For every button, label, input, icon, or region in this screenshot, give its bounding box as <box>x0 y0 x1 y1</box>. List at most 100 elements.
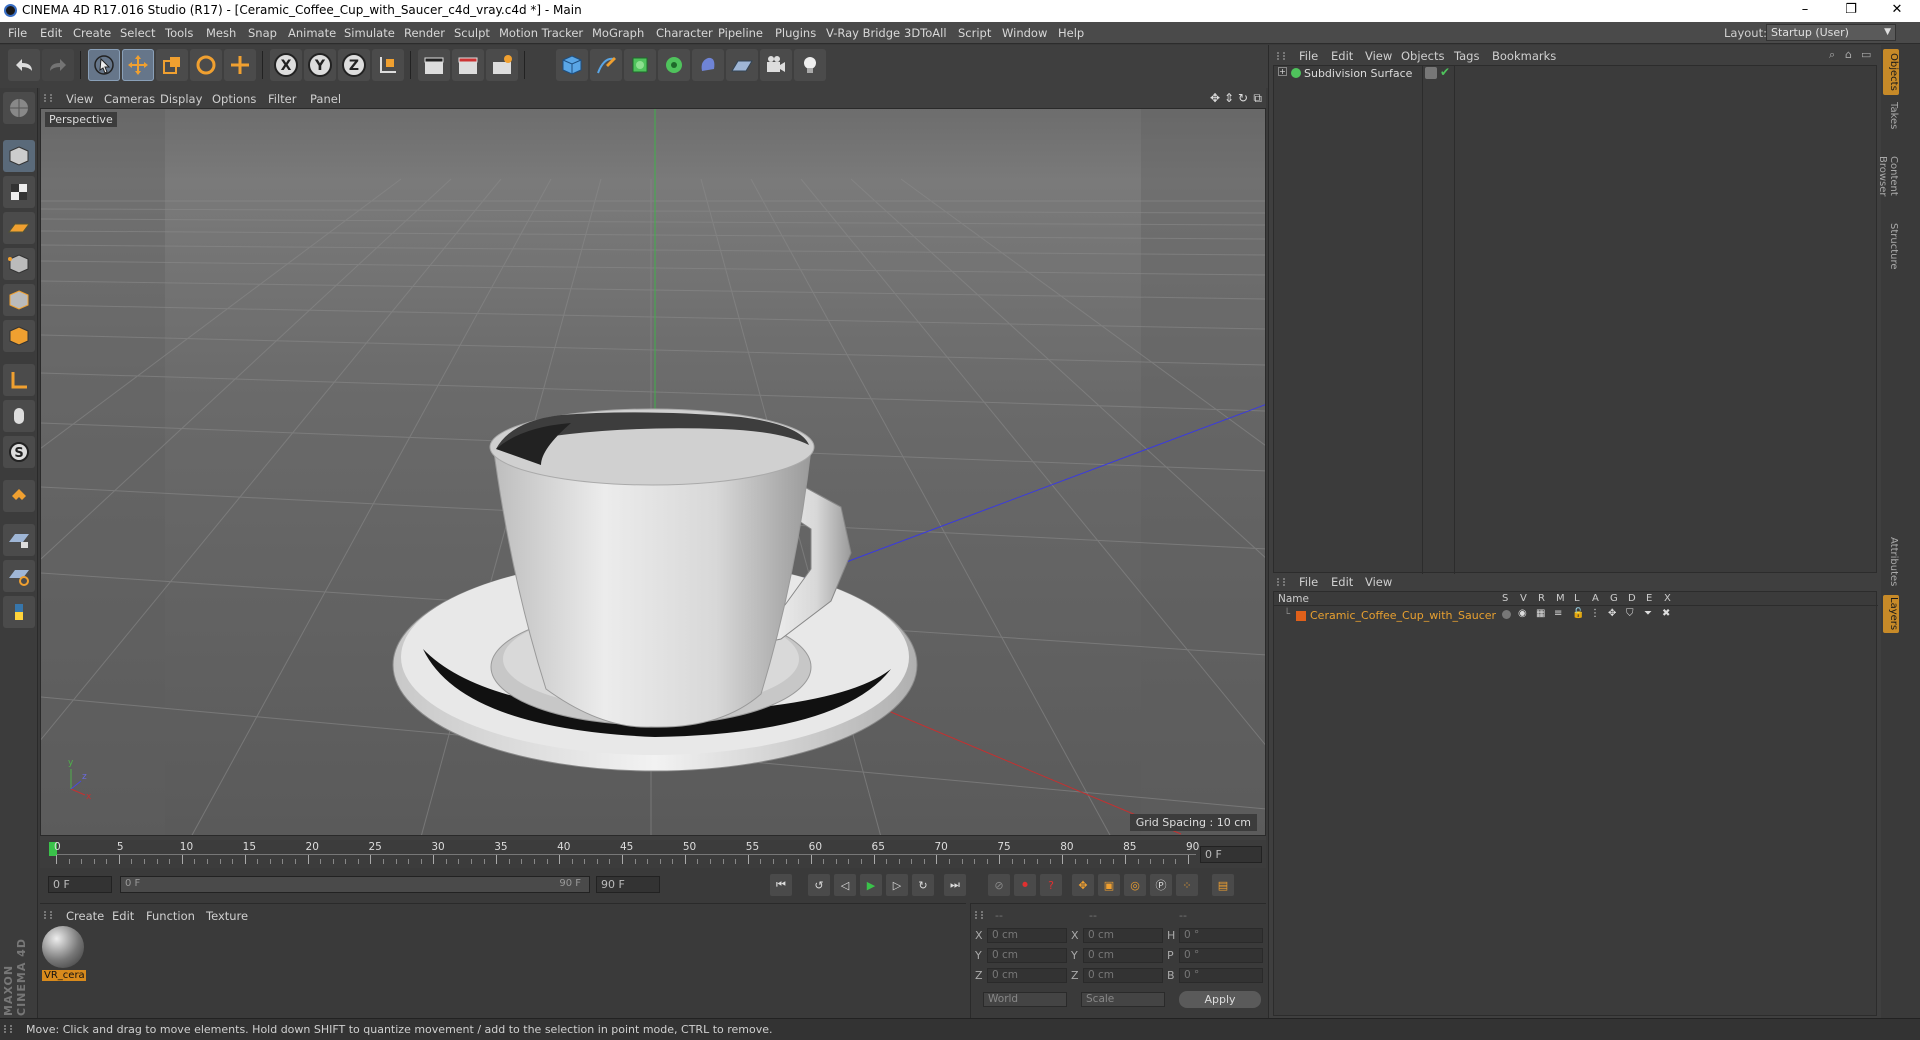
layer-row[interactable]: └ Ceramic_Coffee_Cup_with_Saucer ◉ ▦ ≡ 🔓… <box>1274 608 1878 624</box>
layer-deformers-icon[interactable]: ⛉ <box>1626 608 1634 619</box>
next-key-button[interactable]: ↻ <box>912 874 934 896</box>
coord-rot-b-field[interactable]: 0 ° <box>1179 968 1263 983</box>
menu-pipeline[interactable]: Pipeline <box>718 26 763 40</box>
menu-animate[interactable]: Animate <box>288 26 336 40</box>
close-button[interactable]: ✕ <box>1874 0 1920 22</box>
current-frame-field[interactable]: 0 F <box>1200 846 1262 863</box>
coord-space-dropdown[interactable]: World <box>983 992 1067 1007</box>
end-frame-field[interactable]: 90 F <box>596 876 660 893</box>
objects-menu-view[interactable]: View <box>1365 49 1392 63</box>
coord-size-z-field[interactable]: 0 cm <box>1083 968 1163 983</box>
restore-button[interactable]: ❐ <box>1828 0 1874 22</box>
layer-col-deformers[interactable]: D <box>1628 593 1636 604</box>
minimize-button[interactable]: – <box>1782 0 1828 22</box>
material-menu-texture[interactable]: Texture <box>206 909 248 923</box>
layer-animation-icon[interactable]: ⋮ <box>1590 608 1600 619</box>
expand-toggle-icon[interactable]: + <box>1278 67 1287 76</box>
layer-col-manager[interactable]: M <box>1556 593 1565 604</box>
coord-size-x-field[interactable]: 0 cm <box>1083 928 1163 943</box>
viewport-menu-panel[interactable]: Panel <box>310 92 341 106</box>
coordinate-system-button[interactable] <box>372 49 404 81</box>
side-tab-content-browser[interactable]: Content Browser <box>1877 137 1899 215</box>
side-tab-layers[interactable]: Layers <box>1883 595 1899 633</box>
layer-col-view[interactable]: V <box>1520 593 1527 604</box>
go-to-start-button[interactable]: ⏮ <box>770 874 792 896</box>
coord-rot-p-field[interactable]: 0 ° <box>1179 948 1263 963</box>
menu-mesh[interactable]: Mesh <box>206 26 236 40</box>
autokey-button[interactable]: ? <box>1040 874 1062 896</box>
side-tab-structure[interactable]: Structure <box>1883 221 1899 271</box>
material-menu-edit[interactable]: Edit <box>112 909 134 923</box>
go-to-end-button[interactable]: ⏭ <box>944 874 966 896</box>
object-name[interactable]: Subdivision Surface <box>1304 67 1412 80</box>
3d-viewport[interactable]: y x z Perspective Grid Spacing : 10 cm <box>40 108 1266 836</box>
home-icon[interactable]: ⌂ <box>1845 48 1852 61</box>
side-tab-takes[interactable]: Takes <box>1883 101 1899 131</box>
layers-menu-edit[interactable]: Edit <box>1331 575 1353 589</box>
layer-col-render[interactable]: R <box>1538 593 1545 604</box>
objects-menu-bookmarks[interactable]: Bookmarks <box>1492 49 1556 63</box>
workplane-button[interactable] <box>3 212 35 244</box>
coord-rot-h-field[interactable]: 0 ° <box>1179 928 1263 943</box>
coord-mode-dropdown[interactable]: Scale <box>1081 992 1165 1007</box>
floor-button[interactable] <box>726 49 758 81</box>
layer-expressions-icon[interactable]: ⏷ <box>1644 608 1652 619</box>
menu-edit[interactable]: Edit <box>40 26 62 40</box>
menu-simulate[interactable]: Simulate <box>344 26 395 40</box>
layer-col-animation[interactable]: A <box>1592 593 1599 604</box>
layer-view-eye-icon[interactable]: ◉ <box>1518 608 1527 619</box>
layer-name[interactable]: Ceramic_Coffee_Cup_with_Saucer <box>1310 609 1496 622</box>
rotate-tool-button[interactable] <box>190 49 222 81</box>
menu-3dtoall[interactable]: 3DToAll <box>904 26 947 40</box>
deformer-button[interactable] <box>692 49 724 81</box>
layer-lock-icon[interactable]: 🔓 <box>1572 608 1584 619</box>
redo-button[interactable] <box>42 49 74 81</box>
viewport-menu-cameras[interactable]: Cameras <box>104 92 155 106</box>
points-mode-button[interactable] <box>3 248 35 280</box>
maximize-view-icon[interactable]: ⧉ <box>1253 91 1262 106</box>
model-mode-button[interactable] <box>3 140 35 172</box>
camera-button[interactable] <box>760 49 792 81</box>
layers-menu-view[interactable]: View <box>1365 575 1392 589</box>
prev-key-button[interactable]: ↺ <box>808 874 830 896</box>
planar-workplane-button[interactable] <box>3 560 35 592</box>
layout-select[interactable]: Startup (User) ▼ <box>1766 24 1896 41</box>
tree-row-subdivision-surface[interactable]: + Subdivision Surface ✔ <box>1274 65 1878 82</box>
menu-motion-tracker[interactable]: Motion Tracker <box>499 26 583 40</box>
search-icon[interactable]: ⌕ <box>1829 48 1835 62</box>
layer-col-expressions[interactable]: E <box>1646 593 1652 604</box>
next-frame-button[interactable]: ▷ <box>886 874 908 896</box>
menu-character[interactable]: Character <box>656 26 713 40</box>
layer-color-swatch[interactable] <box>1296 611 1306 621</box>
menu-select[interactable]: Select <box>120 26 155 40</box>
undo-button[interactable] <box>8 49 40 81</box>
menu-plugins[interactable]: Plugins <box>775 26 816 40</box>
objects-menu-tags[interactable]: Tags <box>1454 49 1479 63</box>
side-tab-objects[interactable]: Objects <box>1883 49 1899 95</box>
menu-script[interactable]: Script <box>958 26 991 40</box>
apply-button[interactable]: Apply <box>1179 991 1261 1008</box>
viewport-menu-display[interactable]: Display <box>160 92 202 106</box>
menu-render[interactable]: Render <box>404 26 445 40</box>
layer-xref-icon[interactable]: ✖ <box>1662 608 1670 619</box>
layer-col-solo[interactable]: S <box>1502 593 1508 604</box>
layer-col-generators[interactable]: G <box>1610 593 1618 604</box>
coord-pos-y-field[interactable]: 0 cm <box>987 948 1067 963</box>
menu-sculpt[interactable]: Sculpt <box>454 26 490 40</box>
side-tab-attributes[interactable]: Attributes <box>1883 535 1899 589</box>
keyframe-selection-button[interactable]: ⊘ <box>988 874 1010 896</box>
polygons-mode-button[interactable] <box>3 320 35 352</box>
coord-pos-x-field[interactable]: 0 cm <box>987 928 1067 943</box>
coord-size-y-field[interactable]: 0 cm <box>1083 948 1163 963</box>
menu-window[interactable]: Window <box>1002 26 1047 40</box>
tweak-mode-button[interactable] <box>3 400 35 432</box>
material-swatch[interactable]: VR_cera <box>42 926 86 986</box>
menu-file[interactable]: File <box>8 26 27 40</box>
move-tool-button[interactable] <box>122 49 154 81</box>
edges-mode-button[interactable] <box>3 284 35 316</box>
layer-col-locked[interactable]: L <box>1574 593 1580 604</box>
menu-help[interactable]: Help <box>1058 26 1084 40</box>
texture-mode-button[interactable] <box>3 176 35 208</box>
make-editable-button[interactable] <box>3 92 35 124</box>
coffee-cup-saucer-model[interactable] <box>392 408 918 772</box>
